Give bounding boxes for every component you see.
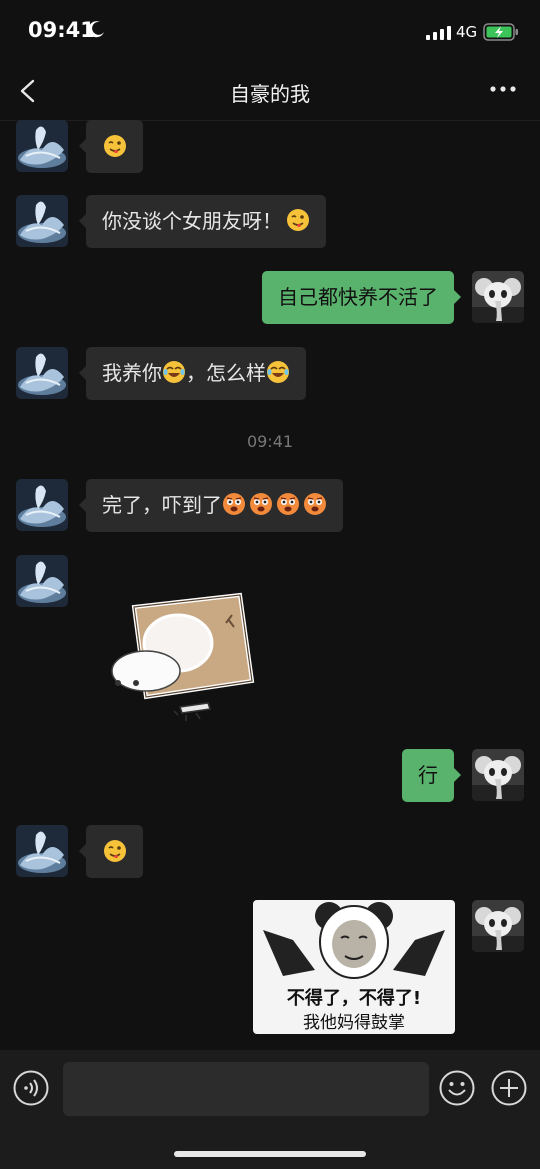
network-label: 4G [456,23,478,41]
home-indicator [174,1151,366,1157]
panda-meme-icon [263,902,445,979]
status-bar: 09:41 4G [0,0,540,62]
meme-caption-line1: 不得了，不得了! [286,988,422,1009]
scared-emoji-icon [303,492,327,516]
signal-icon [426,26,451,40]
message-bubble[interactable]: 行 [402,749,461,802]
message-text: 自己都快养不活了 [278,285,438,309]
message-bubble[interactable] [79,825,143,878]
avatar-self[interactable] [472,271,524,323]
avatar-contact[interactable] [16,195,68,247]
message-bubble[interactable]: 你没谈个女朋友呀！ [79,195,326,248]
meme-image[interactable]: 不得了，不得了! 我他妈得鼓掌 [253,900,455,1034]
message-text: 完了，吓到了 [102,493,222,517]
battery-icon [483,23,518,41]
scared-emoji-icon [249,492,273,516]
laughing-emoji-icon [162,360,186,384]
message-text: ，怎么样 [186,361,266,385]
scared-emoji-icon [276,492,300,516]
chat-title: 自豪的我 [230,82,310,106]
message-bubble[interactable]: 完了，吓到了 [79,479,343,532]
avatar-contact[interactable] [16,555,68,607]
nav-bar: 自豪的我 [0,62,540,121]
meme-caption-line2: 我他妈得鼓掌 [303,1013,405,1033]
voice-input-icon[interactable] [13,1070,49,1106]
message-bubble[interactable] [79,120,143,173]
status-time: 09:41 [28,18,95,42]
message-text: 你没谈个女朋友呀！ [102,209,282,233]
message-bubble[interactable]: 自己都快养不活了 [262,271,461,324]
wink-emoji-icon [102,839,127,863]
avatar-contact[interactable] [16,120,68,172]
laughing-emoji-icon [266,360,290,384]
add-more-icon[interactable] [491,1070,527,1106]
avatar-contact[interactable] [16,479,68,531]
sticker-image[interactable] [100,585,260,725]
avatar-contact[interactable] [16,825,68,877]
message-text: 行 [418,763,438,787]
message-bubble[interactable]: 我养你 ，怎么样 [79,347,306,400]
avatar-self[interactable] [472,900,524,952]
scared-emoji-icon [222,492,246,516]
wink-emoji-icon [286,208,310,232]
wink-emoji-icon [102,134,127,158]
moon-icon [88,21,104,38]
more-icon[interactable] [488,84,518,94]
message-text: 我养你 [102,361,162,385]
emoji-picker-icon[interactable] [439,1070,475,1106]
chat-timestamp: 09:41 [246,432,294,451]
avatar-contact[interactable] [16,347,68,399]
message-input[interactable] [63,1062,429,1116]
avatar-self[interactable] [472,749,524,801]
